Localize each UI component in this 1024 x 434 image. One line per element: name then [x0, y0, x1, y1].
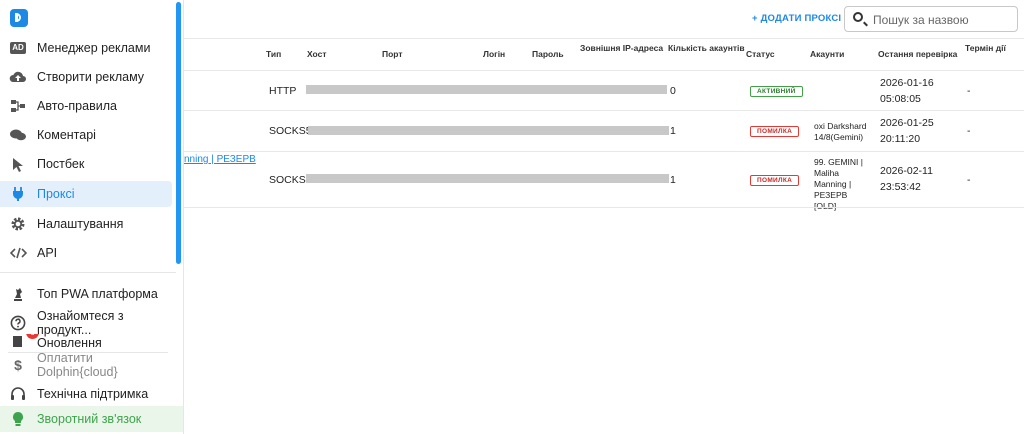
- cloud-upload-icon: [9, 68, 27, 86]
- sidebar-item-label: Менеджер реклами: [37, 41, 151, 55]
- ad-icon: AD: [9, 39, 27, 57]
- cell-expiry: -: [967, 125, 971, 137]
- sidebar-item-ads-manager[interactable]: AD Менеджер реклами: [0, 35, 172, 61]
- sidebar-item-label: Оновлення: [37, 336, 102, 350]
- sidebar-item-auto-rules[interactable]: Авто-правила: [0, 93, 172, 119]
- table-top-border: [183, 38, 1024, 39]
- cell-last-check-date: 2026-01-25: [880, 117, 934, 129]
- sidebar-item-label: Оплатити Dolphin{cloud}: [37, 351, 118, 379]
- column-header-account-count[interactable]: Кількість акаунтів: [668, 43, 745, 53]
- cell-accounts[interactable]: 99. GEMINI | Maliha Manning | РЕЗЕРВ [OL…: [814, 157, 870, 212]
- row-divider: [183, 207, 1024, 208]
- cell-type: SOCKS5: [269, 125, 312, 137]
- redacted-host-details: [308, 126, 669, 135]
- cell-last-check-date: 2026-02-11: [880, 165, 933, 177]
- question-icon: [9, 314, 27, 332]
- cell-last-check-time: 20:11:20: [880, 133, 921, 145]
- sidebar-item-updates[interactable]: 6 Оновлення: [0, 334, 172, 350]
- plug-icon: [9, 185, 27, 203]
- cell-accounts[interactable]: oxi Darkshard 14/8(Gemini): [814, 121, 874, 143]
- sidebar-item-label: Налаштування: [37, 217, 124, 231]
- column-header-expiry[interactable]: Термін дії: [965, 43, 1006, 53]
- column-header-host[interactable]: Хост: [307, 49, 327, 59]
- status-badge: АКТИВНИЙ: [750, 86, 803, 97]
- sidebar-divider: [0, 272, 176, 273]
- column-header-last-check[interactable]: Остання перевірка: [878, 49, 957, 59]
- sidebar-item-support[interactable]: Технічна підтримка: [0, 381, 172, 407]
- row-divider: [183, 151, 1024, 152]
- sidebar-item-create-ad[interactable]: Створити рекламу: [0, 64, 172, 90]
- cell-last-check-time: 05:08:05: [880, 93, 921, 105]
- updates-icon: 6: [9, 334, 39, 350]
- sidebar-item-label: Проксі: [37, 187, 75, 201]
- column-header-login[interactable]: Логін: [483, 49, 505, 59]
- cell-name-link[interactable]: nning | РЕЗЕРВ: [184, 154, 256, 165]
- cursor-icon: [9, 155, 27, 173]
- headset-icon: [9, 385, 27, 403]
- sidebar-item-label: Ознайомтеся з продукт...: [37, 309, 124, 337]
- sidebar-item-pay[interactable]: $ Оплатити Dolphin{cloud}: [0, 351, 172, 379]
- gear-icon: [9, 215, 27, 233]
- column-header-accounts[interactable]: Акаунти: [810, 49, 844, 59]
- sidebar-item-postback[interactable]: Постбек: [0, 151, 172, 177]
- sidebar-item-label: Створити рекламу: [37, 70, 145, 84]
- sidebar-item-feedback[interactable]: Зворотний зв'язок: [0, 406, 183, 432]
- code-icon: [9, 244, 27, 262]
- sidebar-item-label: Авто-правила: [37, 99, 117, 113]
- bulb-icon: [9, 410, 27, 428]
- column-header-port[interactable]: Порт: [382, 49, 403, 59]
- column-header-status[interactable]: Статус: [746, 49, 775, 59]
- search-icon: [853, 12, 863, 22]
- sidebar-item-api[interactable]: API: [0, 240, 172, 266]
- sidebar-item-label: Постбек: [37, 157, 85, 171]
- sidebar: AD Менеджер реклами Створити рекламу Авт…: [0, 0, 184, 434]
- status-badge: ПОМИЛКА: [750, 126, 800, 137]
- redacted-host-details: [306, 85, 667, 94]
- sidebar-item-label: Коментарі: [37, 128, 96, 142]
- column-header-type[interactable]: Тип: [266, 49, 281, 59]
- search-box: [844, 6, 1018, 32]
- sidebar-scrollbar[interactable]: [176, 2, 181, 264]
- sidebar-item-label: API: [37, 246, 58, 260]
- sidebar-item-comments[interactable]: Коментарі: [0, 122, 172, 148]
- cell-expiry: -: [967, 85, 971, 97]
- sidebar-item-proxy[interactable]: Проксі: [0, 181, 172, 207]
- cell-expiry: -: [967, 174, 971, 186]
- cell-account-count: 0: [670, 85, 676, 97]
- search-input[interactable]: [871, 11, 1015, 29]
- dollar-icon: $: [14, 357, 22, 373]
- cell-account-count: 1: [670, 174, 676, 186]
- sidebar-item-label: Технічна підтримка: [37, 387, 149, 401]
- sidebar-item-product-tour[interactable]: Ознайомтеся з продукт...: [0, 309, 172, 337]
- workflow-icon: [9, 97, 27, 115]
- chess-icon: [9, 285, 27, 303]
- sidebar-item-label: Зворотний зв'язок: [37, 412, 142, 426]
- cell-account-count: 1: [670, 125, 676, 137]
- redacted-host-details: [306, 174, 669, 183]
- comments-icon: [9, 126, 27, 144]
- add-proxy-button[interactable]: + ДОДАТИ ПРОКСІ: [752, 13, 841, 24]
- sidebar-item-label: Топ PWA платформа: [37, 287, 158, 301]
- sidebar-item-top-pwa[interactable]: Топ PWA платформа: [0, 281, 172, 307]
- cell-last-check-time: 23:53:42: [880, 181, 921, 193]
- dolphin-logo-icon[interactable]: [10, 9, 28, 27]
- column-header-external-ip[interactable]: Зовнішня IP-адреса: [580, 43, 663, 53]
- cell-type: HTTP: [269, 85, 297, 97]
- table-header-border: [183, 70, 1024, 71]
- cell-last-check-date: 2026-01-16: [880, 77, 934, 89]
- status-badge: ПОМИЛКА: [750, 175, 800, 186]
- column-header-password[interactable]: Пароль: [532, 49, 564, 59]
- sidebar-item-settings[interactable]: Налаштування: [0, 211, 172, 237]
- row-divider: [183, 110, 1024, 111]
